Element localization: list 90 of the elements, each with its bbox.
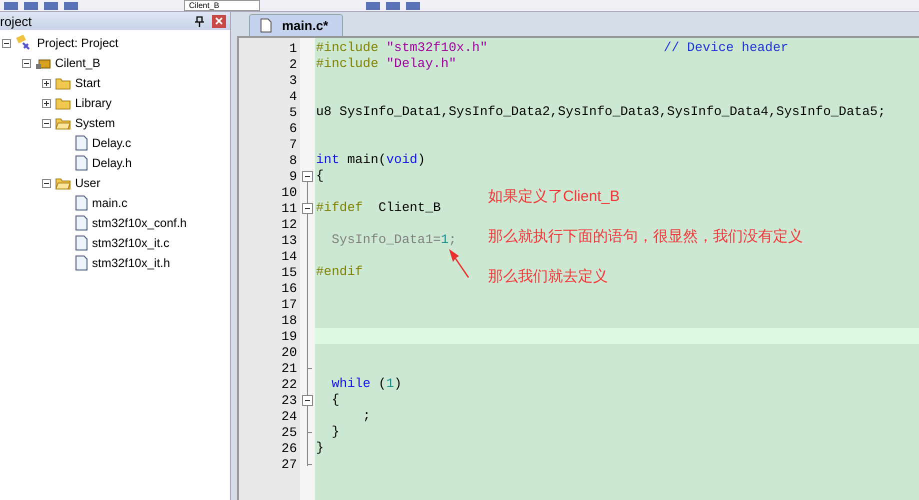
- toolbar-icon[interactable]: [24, 2, 38, 10]
- open-folder-icon: [55, 116, 71, 130]
- close-button[interactable]: [212, 14, 226, 28]
- close-icon: [215, 17, 223, 25]
- expander-icon[interactable]: [42, 178, 51, 188]
- file-icon: [75, 215, 88, 231]
- collapse-icon[interactable]: [302, 202, 313, 214]
- code-line: #include "stm32f10x.h" // Device header: [315, 40, 788, 56]
- code-line: ;: [362, 408, 371, 424]
- tree-item[interactable]: User: [75, 176, 100, 190]
- line-number: 5: [288, 104, 298, 120]
- line-number: 10: [280, 184, 298, 200]
- line-number: 18: [280, 312, 298, 328]
- line-number: 27: [280, 456, 298, 472]
- annotation-text: 那么我们就去定义: [488, 268, 609, 286]
- folder-icon: [55, 76, 71, 90]
- file-icon: [75, 255, 88, 271]
- tree-item[interactable]: stm32f10x_conf.h: [92, 216, 187, 230]
- file-icon: [75, 135, 88, 151]
- code-line: #include "Delay.h": [315, 56, 456, 72]
- code-line: while (1): [330, 376, 402, 392]
- code-line: u8 SysInfo_Data1,SysInfo_Data2,SysInfo_Data3,SysInfo_Data4,SysInfo_Data5;: [315, 104, 886, 120]
- file-icon: [260, 18, 272, 33]
- open-folder-icon: [55, 176, 71, 190]
- toolbar-icon[interactable]: [366, 2, 380, 10]
- tree-item[interactable]: stm32f10x_it.c: [92, 236, 170, 250]
- line-number: 15: [280, 264, 298, 280]
- code-line: {: [330, 392, 340, 408]
- line-number: 19: [280, 328, 298, 344]
- expander-icon[interactable]: [42, 118, 51, 128]
- line-number: 24: [280, 408, 298, 424]
- toolbar-icon[interactable]: [44, 2, 58, 10]
- line-number: 3: [288, 72, 298, 88]
- expander-icon[interactable]: [42, 98, 51, 108]
- code-line: int main(void): [315, 152, 426, 168]
- line-number: 21: [280, 360, 298, 376]
- file-icon: [75, 235, 88, 251]
- line-number: 25: [280, 424, 298, 440]
- tree-item[interactable]: stm32f10x_it.h: [92, 256, 170, 270]
- toolbar-icon[interactable]: [64, 2, 78, 10]
- line-number: 11: [280, 200, 298, 216]
- target-icon: [35, 56, 51, 70]
- line-number: 14: [280, 248, 298, 264]
- code-line: SysInfo_Data1=1;: [330, 232, 456, 248]
- line-number: 8: [288, 152, 298, 168]
- arrow-icon: [448, 248, 470, 280]
- tree-item[interactable]: main.c: [92, 196, 128, 210]
- expander-icon[interactable]: [42, 78, 51, 88]
- expander-icon[interactable]: [22, 58, 31, 68]
- collapse-icon[interactable]: [302, 394, 313, 406]
- line-number: 4: [288, 88, 298, 104]
- line-number: 2: [288, 56, 298, 72]
- line-number: 23: [280, 392, 298, 408]
- line-number: 9: [288, 168, 298, 184]
- annotation-text: 如果定义了Client_B: [488, 188, 621, 206]
- tree-item[interactable]: Delay.h: [92, 156, 132, 170]
- code-line: }: [330, 424, 340, 440]
- line-number: 12: [280, 216, 298, 232]
- line-number: 22: [280, 376, 298, 392]
- tree-item[interactable]: System: [75, 116, 116, 130]
- tree-item[interactable]: Project: Project: [37, 36, 118, 50]
- line-number: 13: [280, 232, 298, 248]
- code-line: #endif: [315, 264, 363, 280]
- target-dropdown[interactable]: Cilent_B: [184, 0, 260, 11]
- collapse-icon[interactable]: [302, 170, 313, 182]
- toolbar-icon[interactable]: [406, 2, 420, 10]
- annotation-text: 那么就执行下面的语句，很显然，我们没有定义: [488, 228, 803, 246]
- file-tab[interactable]: main.c*: [249, 14, 344, 36]
- code-line: }: [315, 440, 324, 456]
- line-number: 26: [280, 440, 298, 456]
- file-icon: [75, 195, 88, 211]
- tree-item[interactable]: Library: [75, 96, 112, 110]
- pin-icon[interactable]: [195, 16, 204, 26]
- file-icon: [75, 155, 88, 171]
- tree-item[interactable]: Cilent_B: [55, 56, 100, 70]
- tree-item[interactable]: Delay.c: [92, 136, 132, 150]
- toolbar-icon[interactable]: [386, 2, 400, 10]
- code-line: #ifdef Client_B: [315, 200, 441, 216]
- line-number: 1: [288, 40, 298, 56]
- tree-item[interactable]: Start: [75, 76, 100, 90]
- line-number: 20: [280, 344, 298, 360]
- line-number: 17: [280, 296, 298, 312]
- line-number: 7: [288, 136, 298, 152]
- folder-icon: [55, 96, 71, 110]
- expander-icon[interactable]: [2, 38, 11, 48]
- line-number: 16: [280, 280, 298, 296]
- panel-title: roject: [0, 14, 33, 28]
- line-number: 6: [288, 120, 298, 136]
- code-line: {: [315, 168, 324, 184]
- toolbar-icon[interactable]: [4, 2, 18, 10]
